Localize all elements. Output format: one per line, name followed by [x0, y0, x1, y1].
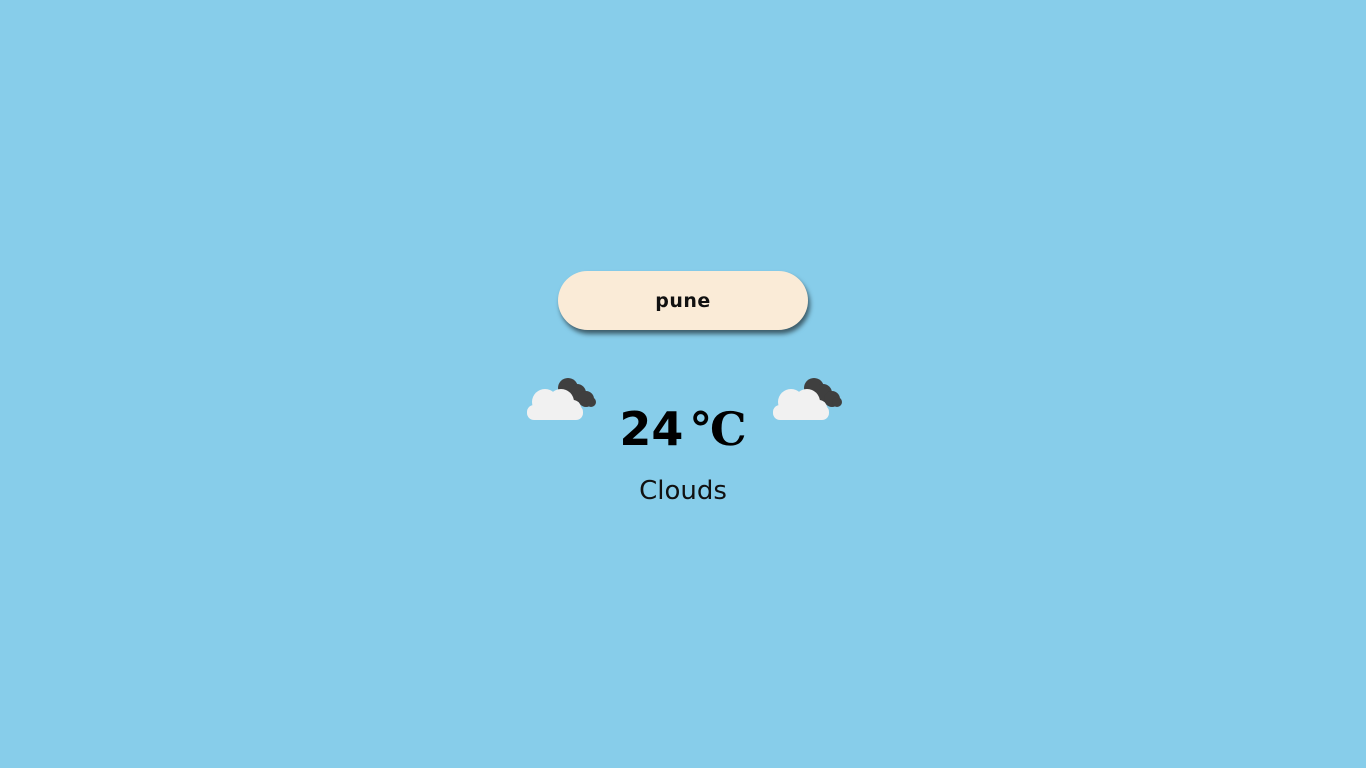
weather-condition: Clouds [639, 476, 727, 506]
cloudy-icon [773, 378, 842, 420]
weather-display: 24 ℃ Clouds [520, 370, 846, 520]
weather-app: 24℃ Clouds [0, 0, 1366, 768]
temperature-value: 24 [619, 402, 684, 456]
city-search-input[interactable] [558, 271, 808, 330]
search-container [558, 271, 808, 330]
temperature-unit: ℃ [691, 402, 747, 456]
